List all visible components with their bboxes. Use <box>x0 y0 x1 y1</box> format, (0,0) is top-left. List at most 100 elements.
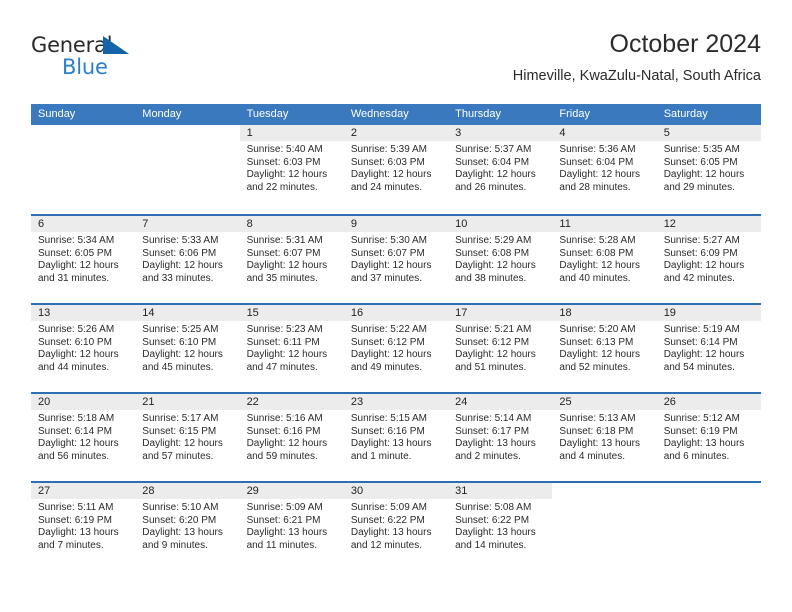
sunrise-text: Sunrise: 5:40 AM <box>246 144 323 155</box>
day-sun-info: Sunrise: 5:08 AM Sunset: 6:22 PM Daylight:… <box>448 499 552 552</box>
daylight-text-line1: Daylight: 13 hours <box>246 527 328 539</box>
calendar-day-cell[interactable]: 24 Sunrise: 5:14 AM Sunset: 6:17 PM Dayligh… <box>448 394 553 481</box>
day-sun-info: Sunrise: 5:37 AM Sunset: 6:04 PM Daylight:… <box>448 141 552 194</box>
sunset-text: Sunset: 6:04 PM <box>559 156 634 168</box>
calendar-day-cell[interactable]: 13 Sunrise: 5:26 AM Sunset: 6:10 PM Dayligh… <box>31 305 136 392</box>
daylight-text-line2: and 57 minutes. <box>142 450 214 462</box>
calendar-day-cell[interactable]: 9 Sunrise: 5:30 AM Sunset: 6:07 PM Daylight… <box>343 216 449 303</box>
calendar-day-cell[interactable]: 25 Sunrise: 5:13 AM Sunset: 6:18 PM Dayligh… <box>552 394 657 481</box>
calendar-grid: Sunday Monday Tuesday Wednesday Thursday… <box>31 104 761 570</box>
daylight-text-line1: Daylight: 12 hours <box>38 260 119 272</box>
day-sun-info: Sunrise: 5:12 AM Sunset: 6:19 PM Daylight:… <box>657 410 761 463</box>
weekday-header-saturday: Saturday <box>663 108 708 120</box>
day-number-band: 28 <box>135 483 240 499</box>
calendar-day-cell[interactable]: 4 Sunrise: 5:36 AM Sunset: 6:04 PM Daylight… <box>552 125 657 214</box>
calendar-day-cell[interactable]: 15 Sunrise: 5:23 AM Sunset: 6:11 PM Dayligh… <box>239 305 344 392</box>
general-blue-logo[interactable]: General Blue <box>31 32 161 86</box>
daylight-text-line1: Daylight: 12 hours <box>350 349 432 361</box>
day-number: 5 <box>663 127 670 139</box>
day-number-band: 22 <box>239 394 344 410</box>
day-sun-info: Sunrise: 5:35 AM Sunset: 6:05 PM Daylight:… <box>657 141 761 194</box>
sunset-text: Sunset: 6:22 PM <box>350 514 425 526</box>
weekday-header-sunday: Sunday <box>38 108 76 120</box>
calendar-day-cell[interactable]: 28 Sunrise: 5:10 AM Sunset: 6:20 PM Dayligh… <box>135 483 240 570</box>
day-number-band <box>552 483 656 499</box>
daylight-text-line1: Daylight: 12 hours <box>246 438 328 450</box>
daylight-text-line1: Daylight: 12 hours <box>455 349 536 361</box>
day-number-band: 5 <box>656 125 761 141</box>
day-sun-info: Sunrise: 5:20 AM Sunset: 6:13 PM Daylight:… <box>552 321 656 374</box>
calendar-day-cell[interactable]: 3 Sunrise: 5:37 AM Sunset: 6:04 PM Daylight… <box>448 125 553 214</box>
daylight-text-line1: Daylight: 12 hours <box>559 260 641 272</box>
calendar-day-cell[interactable]: 17 Sunrise: 5:21 AM Sunset: 6:12 PM Dayligh… <box>448 305 553 392</box>
daylight-text-line2: and 35 minutes. <box>246 272 318 284</box>
day-number: 20 <box>38 396 51 408</box>
day-number-band: 27 <box>31 483 136 499</box>
daylight-text-line1: Daylight: 13 hours <box>455 438 536 450</box>
day-number: 16 <box>350 307 364 319</box>
calendar-day-cell[interactable]: 7 Sunrise: 5:33 AM Sunset: 6:06 PM Daylight… <box>135 216 240 303</box>
sunset-text: Sunset: 6:12 PM <box>455 336 530 348</box>
calendar-day-cell[interactable]: 22 Sunrise: 5:16 AM Sunset: 6:16 PM Dayligh… <box>239 394 344 481</box>
sunset-text: Sunset: 6:03 PM <box>246 156 321 168</box>
calendar-day-cell[interactable]: 2 Sunrise: 5:39 AM Sunset: 6:03 PM Daylight… <box>343 125 449 214</box>
calendar-day-cell[interactable]: 14 Sunrise: 5:25 AM Sunset: 6:10 PM Dayligh… <box>135 305 240 392</box>
calendar-day-cell[interactable]: 30 Sunrise: 5:09 AM Sunset: 6:22 PM Dayligh… <box>343 483 449 570</box>
calendar-day-cell[interactable]: 10 Sunrise: 5:29 AM Sunset: 6:08 PM Dayligh… <box>448 216 553 303</box>
day-sun-info: Sunrise: 5:40 AM Sunset: 6:03 PM Daylight:… <box>240 141 344 194</box>
calendar-day-cell[interactable]: 6 Sunrise: 5:34 AM Sunset: 6:05 PM Daylight… <box>31 216 136 303</box>
day-number: 1 <box>246 127 253 139</box>
day-number-band: 20 <box>31 394 136 410</box>
calendar-day-cell[interactable]: 12 Sunrise: 5:27 AM Sunset: 6:09 PM Dayligh… <box>656 216 761 303</box>
calendar-day-cell[interactable]: 18 Sunrise: 5:20 AM Sunset: 6:13 PM Dayligh… <box>552 305 657 392</box>
sunset-text: Sunset: 6:15 PM <box>142 425 217 437</box>
day-number: 30 <box>350 485 364 497</box>
sunset-text: Sunset: 6:04 PM <box>455 156 530 168</box>
day-sun-info: Sunrise: 5:11 AM Sunset: 6:19 PM Daylight:… <box>31 499 135 552</box>
calendar-day-cell-empty <box>552 483 656 570</box>
calendar-day-cell[interactable]: 20 Sunrise: 5:18 AM Sunset: 6:14 PM Dayligh… <box>31 394 136 481</box>
daylight-text-line2: and 28 minutes. <box>559 181 631 193</box>
calendar-day-cell[interactable]: 5 Sunrise: 5:35 AM Sunset: 6:05 PM Daylight… <box>656 125 761 214</box>
daylight-text-line1: Daylight: 13 hours <box>350 438 432 450</box>
calendar-day-cell[interactable]: 16 Sunrise: 5:22 AM Sunset: 6:12 PM Dayligh… <box>343 305 449 392</box>
sunrise-text: Sunrise: 5:26 AM <box>38 324 115 335</box>
sunrise-text: Sunrise: 5:25 AM <box>142 324 219 335</box>
calendar-day-cell[interactable]: 29 Sunrise: 5:09 AM Sunset: 6:21 PM Dayligh… <box>239 483 344 570</box>
sunrise-text: Sunrise: 5:17 AM <box>142 413 219 424</box>
day-number-band: 1 <box>239 125 344 141</box>
day-number-band: 10 <box>448 216 553 232</box>
day-sun-info: Sunrise: 5:21 AM Sunset: 6:12 PM Daylight:… <box>448 321 552 374</box>
calendar-day-cell[interactable]: 27 Sunrise: 5:11 AM Sunset: 6:19 PM Dayligh… <box>31 483 136 570</box>
daylight-text-line2: and 14 minutes. <box>455 539 527 551</box>
calendar-day-cell[interactable]: 11 Sunrise: 5:28 AM Sunset: 6:08 PM Dayligh… <box>552 216 657 303</box>
day-sun-info: Sunrise: 5:30 AM Sunset: 6:07 PM Daylight:… <box>344 232 448 285</box>
daylight-text-line1: Daylight: 12 hours <box>559 169 641 181</box>
page-title: October 2024 <box>609 30 762 58</box>
day-number-band: 2 <box>343 125 449 141</box>
day-number: 26 <box>663 396 676 408</box>
calendar-day-cell[interactable]: 26 Sunrise: 5:12 AM Sunset: 6:19 PM Dayligh… <box>656 394 761 481</box>
sunset-text: Sunset: 6:10 PM <box>142 336 217 348</box>
calendar-day-cell[interactable]: 21 Sunrise: 5:17 AM Sunset: 6:15 PM Dayligh… <box>135 394 240 481</box>
day-sun-info: Sunrise: 5:18 AM Sunset: 6:14 PM Daylight:… <box>31 410 135 463</box>
day-sun-info: Sunrise: 5:16 AM Sunset: 6:16 PM Daylight:… <box>240 410 344 463</box>
day-number-band: 29 <box>239 483 344 499</box>
sunrise-text: Sunrise: 5:31 AM <box>246 235 323 246</box>
daylight-text-line2: and 1 minute. <box>350 450 412 462</box>
calendar-day-cell[interactable]: 23 Sunrise: 5:15 AM Sunset: 6:16 PM Dayligh… <box>343 394 449 481</box>
daylight-text-line1: Daylight: 12 hours <box>246 349 328 361</box>
sunrise-text: Sunrise: 5:37 AM <box>455 144 532 155</box>
sunset-text: Sunset: 6:22 PM <box>455 514 530 526</box>
daylight-text-line1: Daylight: 12 hours <box>663 349 745 361</box>
sunrise-text: Sunrise: 5:39 AM <box>350 144 427 155</box>
calendar-day-cell[interactable]: 8 Sunrise: 5:31 AM Sunset: 6:07 PM Daylight… <box>239 216 344 303</box>
day-number-band: 16 <box>343 305 449 321</box>
daylight-text-line2: and 9 minutes. <box>142 539 208 551</box>
calendar-day-cell[interactable]: 19 Sunrise: 5:19 AM Sunset: 6:14 PM Dayligh… <box>656 305 761 392</box>
calendar-day-cell[interactable]: 1 Sunrise: 5:40 AM Sunset: 6:03 PM Daylight… <box>239 125 344 214</box>
daylight-text-line2: and 7 minutes. <box>38 539 104 551</box>
daylight-text-line2: and 52 minutes. <box>559 361 631 373</box>
day-number-band: 8 <box>239 216 344 232</box>
calendar-day-cell[interactable]: 31 Sunrise: 5:08 AM Sunset: 6:22 PM Dayligh… <box>448 483 553 570</box>
